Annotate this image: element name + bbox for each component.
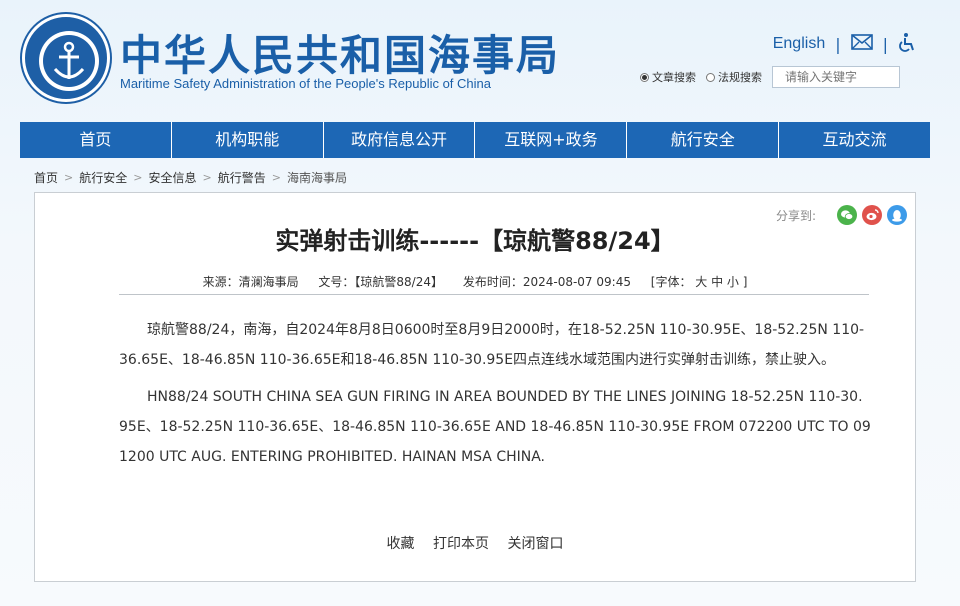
nav-navigation-safety[interactable]: 航行安全: [627, 122, 780, 158]
article-panel: 分享到: 实弹射击训练------【琼航警88/24】 来源：清澜海事局 文号：…: [34, 192, 916, 582]
article-publish-time: 发布时间：2024-08-07 09:45: [462, 275, 631, 289]
breadcrumb-warnings[interactable]: 航行警告: [218, 169, 266, 186]
article-search-radio[interactable]: 文章搜索: [640, 69, 696, 85]
article-paragraph-cn: 琼航警88/24，南海，自2024年8月8日0600时至8月9日2000时，在1…: [119, 322, 865, 368]
accessibility-icon[interactable]: [898, 32, 916, 56]
nav-home[interactable]: 首页: [20, 122, 172, 158]
law-search-radio[interactable]: 法规搜索: [706, 69, 762, 85]
article-actions: 收藏 打印本页 关闭窗口: [35, 533, 915, 553]
article-title: 实弹射击训练------【琼航警88/24】: [275, 227, 675, 255]
breadcrumb-sep: >: [64, 171, 74, 184]
article-source: 来源：清澜海事局: [202, 275, 299, 289]
breadcrumb-nav-safety[interactable]: 航行安全: [79, 169, 127, 186]
font-size-selector[interactable]: [字体： 大 中 小 ]: [651, 275, 748, 289]
article-paragraph-en: HN88/24 SOUTH CHINA SEA GUN FIRING IN AR…: [119, 389, 871, 465]
radio-label: 文章搜索: [652, 71, 696, 84]
mail-icon[interactable]: [850, 34, 873, 54]
breadcrumb: 首页 > 航行安全 > 安全信息 > 航行警告 > 海南海事局: [34, 169, 347, 186]
nav-interaction[interactable]: 互动交流: [779, 122, 930, 158]
divider: [119, 294, 869, 295]
site-title-en: Maritime Safety Administration of the Pe…: [120, 76, 492, 91]
breadcrumb-safety-info[interactable]: 安全信息: [148, 169, 196, 186]
article-meta: 来源：清澜海事局 文号：【琼航警88/24】 发布时间：2024-08-07 0…: [35, 273, 915, 290]
site-header: 中华人民共和国海事局 Maritime Safety Administratio…: [0, 0, 960, 122]
english-link[interactable]: English: [773, 35, 825, 53]
breadcrumb-hainan[interactable]: 海南海事局: [287, 169, 347, 186]
site-title-cn: 中华人民共和国海事局: [120, 31, 561, 80]
top-links: English | |: [773, 32, 916, 56]
search-bar: 文章搜索 法规搜索: [640, 66, 900, 88]
nav-functions[interactable]: 机构职能: [172, 122, 324, 158]
anchor-icon: [39, 31, 99, 91]
breadcrumb-home[interactable]: 首页: [34, 169, 58, 186]
nav-gov-info[interactable]: 政府信息公开: [324, 122, 476, 158]
print-link[interactable]: 打印本页: [433, 536, 489, 552]
msa-logo[interactable]: [22, 14, 110, 102]
link-separator-2: |: [882, 34, 888, 54]
nav-internet-gov[interactable]: 互联网+政务: [475, 122, 628, 158]
main-nav: 首页 机构职能 政府信息公开 互联网+政务 航行安全 互动交流: [20, 122, 930, 158]
radio-dot-selected: [640, 72, 649, 82]
breadcrumb-sep: >: [133, 171, 143, 184]
search-input[interactable]: [772, 66, 900, 88]
breadcrumb-sep: >: [271, 171, 281, 184]
radio-label: 法规搜索: [718, 71, 762, 84]
link-separator: |: [835, 34, 841, 54]
article-doc-number: 文号：【琼航警88/24】: [318, 275, 443, 289]
radio-dot: [706, 72, 715, 82]
close-window-link[interactable]: 关闭窗口: [507, 536, 563, 552]
breadcrumb-sep: >: [202, 171, 212, 184]
favorite-link[interactable]: 收藏: [387, 536, 415, 552]
